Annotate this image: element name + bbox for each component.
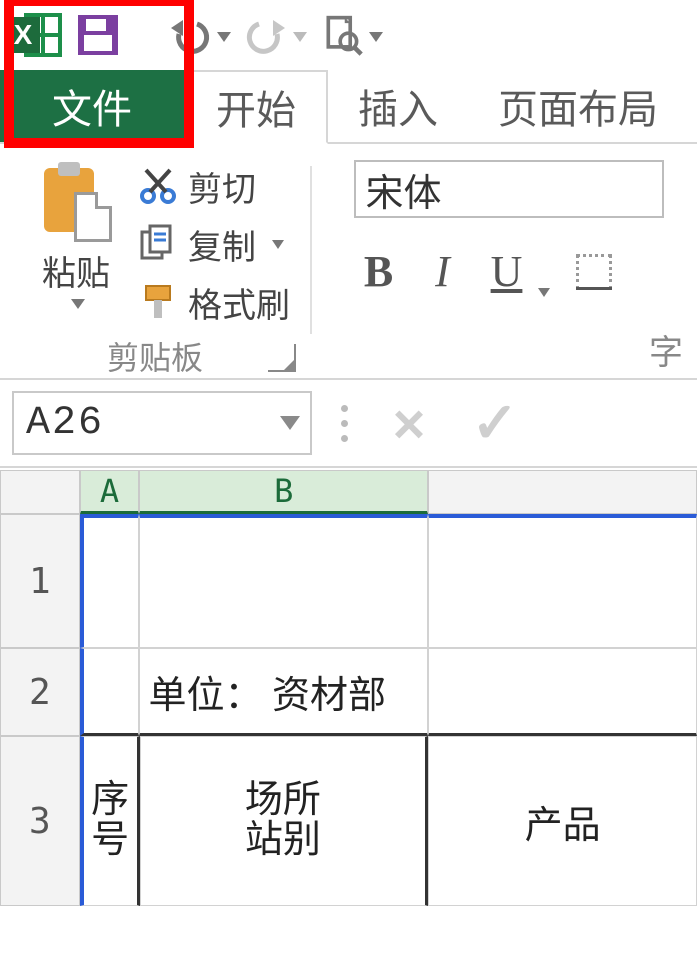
- tab-file[interactable]: 文件: [0, 70, 184, 142]
- ribbon: 粘贴 剪切 复制: [0, 144, 697, 380]
- column-headers: A B: [0, 470, 697, 514]
- cell-B3[interactable]: 场所 站别: [140, 736, 429, 906]
- ribbon-tabs: 文件 开始 插入 页面布局: [0, 70, 697, 144]
- bold-button[interactable]: B: [354, 246, 404, 297]
- spreadsheet-grid[interactable]: A B 1 2 单位： 资材部 3 序 号 场所 站别 产品: [0, 470, 697, 961]
- quick-access-toolbar: X: [0, 0, 697, 70]
- cell-B2[interactable]: 单位： 资材部: [139, 648, 428, 736]
- formula-bar-separator: [332, 405, 356, 442]
- name-box[interactable]: A26: [12, 391, 312, 455]
- formula-cancel-button: ×: [376, 391, 442, 456]
- clipboard-launcher-icon[interactable]: [268, 344, 296, 372]
- font-name-input[interactable]: 宋体: [354, 160, 664, 218]
- paste-button[interactable]: 粘贴: [20, 158, 132, 334]
- formula-bar: A26 × ✓: [0, 380, 697, 468]
- tab-page-layout[interactable]: 页面布局: [468, 70, 688, 142]
- formula-accept-button: ✓: [462, 390, 528, 456]
- undo-icon: [167, 14, 213, 56]
- print-preview-icon: [319, 14, 365, 56]
- cell-A3[interactable]: 序 号: [80, 736, 140, 906]
- cell-A2[interactable]: [80, 648, 140, 736]
- save-icon: [78, 15, 118, 55]
- redo-dropdown-icon[interactable]: [293, 32, 307, 42]
- preview-dropdown-icon[interactable]: [369, 32, 383, 42]
- copy-dropdown-icon[interactable]: [272, 240, 284, 249]
- scissors-icon: [138, 166, 178, 206]
- print-preview-button[interactable]: [318, 7, 384, 63]
- brush-icon: [138, 282, 178, 322]
- clipboard-actions: 剪切 复制 格式刷: [132, 158, 290, 334]
- row-header-1[interactable]: 1: [0, 514, 80, 648]
- cell-B1[interactable]: [139, 514, 428, 648]
- tab-home[interactable]: 开始: [184, 70, 328, 144]
- cell-C1[interactable]: [428, 514, 697, 648]
- borders-button[interactable]: [572, 250, 616, 294]
- column-header-B[interactable]: B: [139, 470, 428, 514]
- paste-dropdown-icon[interactable]: [71, 299, 85, 309]
- row-1: 1: [0, 514, 697, 648]
- row-header-3[interactable]: 3: [0, 736, 80, 906]
- redo-button[interactable]: [242, 7, 308, 63]
- tab-insert[interactable]: 插入: [328, 70, 468, 142]
- excel-logo-icon: X: [6, 9, 62, 61]
- underline-dropdown-icon[interactable]: [538, 288, 550, 297]
- copy-icon: [138, 224, 178, 264]
- row-2: 2 单位： 资材部: [0, 648, 697, 736]
- undo-button[interactable]: [166, 7, 232, 63]
- cell-C3[interactable]: 产品: [428, 736, 697, 906]
- font-group: 宋体 B I U 字: [312, 158, 697, 378]
- namebox-dropdown-icon[interactable]: [280, 416, 300, 430]
- cut-button[interactable]: 剪切: [138, 158, 290, 214]
- font-style-buttons: B I U: [354, 246, 664, 297]
- undo-dropdown-icon[interactable]: [217, 32, 231, 42]
- paste-icon: [44, 162, 108, 240]
- redo-icon: [243, 14, 289, 56]
- clipboard-group: 粘贴 剪切 复制: [0, 158, 310, 378]
- font-group-label: 字: [649, 325, 683, 374]
- column-header-A[interactable]: A: [80, 470, 140, 514]
- format-painter-button[interactable]: 格式刷: [138, 274, 290, 330]
- clipboard-group-label: 剪贴板: [10, 334, 300, 378]
- row-header-2[interactable]: 2: [0, 648, 80, 736]
- cell-A1[interactable]: [80, 514, 140, 648]
- copy-button[interactable]: 复制: [138, 216, 290, 272]
- underline-button[interactable]: U: [482, 246, 550, 297]
- row-3: 3 序 号 场所 站别 产品: [0, 736, 697, 906]
- italic-button[interactable]: I: [418, 246, 468, 297]
- save-button[interactable]: [74, 11, 122, 59]
- column-header-C[interactable]: [428, 470, 697, 514]
- cell-C2[interactable]: [428, 648, 697, 736]
- select-all-corner[interactable]: [0, 470, 80, 514]
- paste-label: 粘贴: [42, 246, 110, 295]
